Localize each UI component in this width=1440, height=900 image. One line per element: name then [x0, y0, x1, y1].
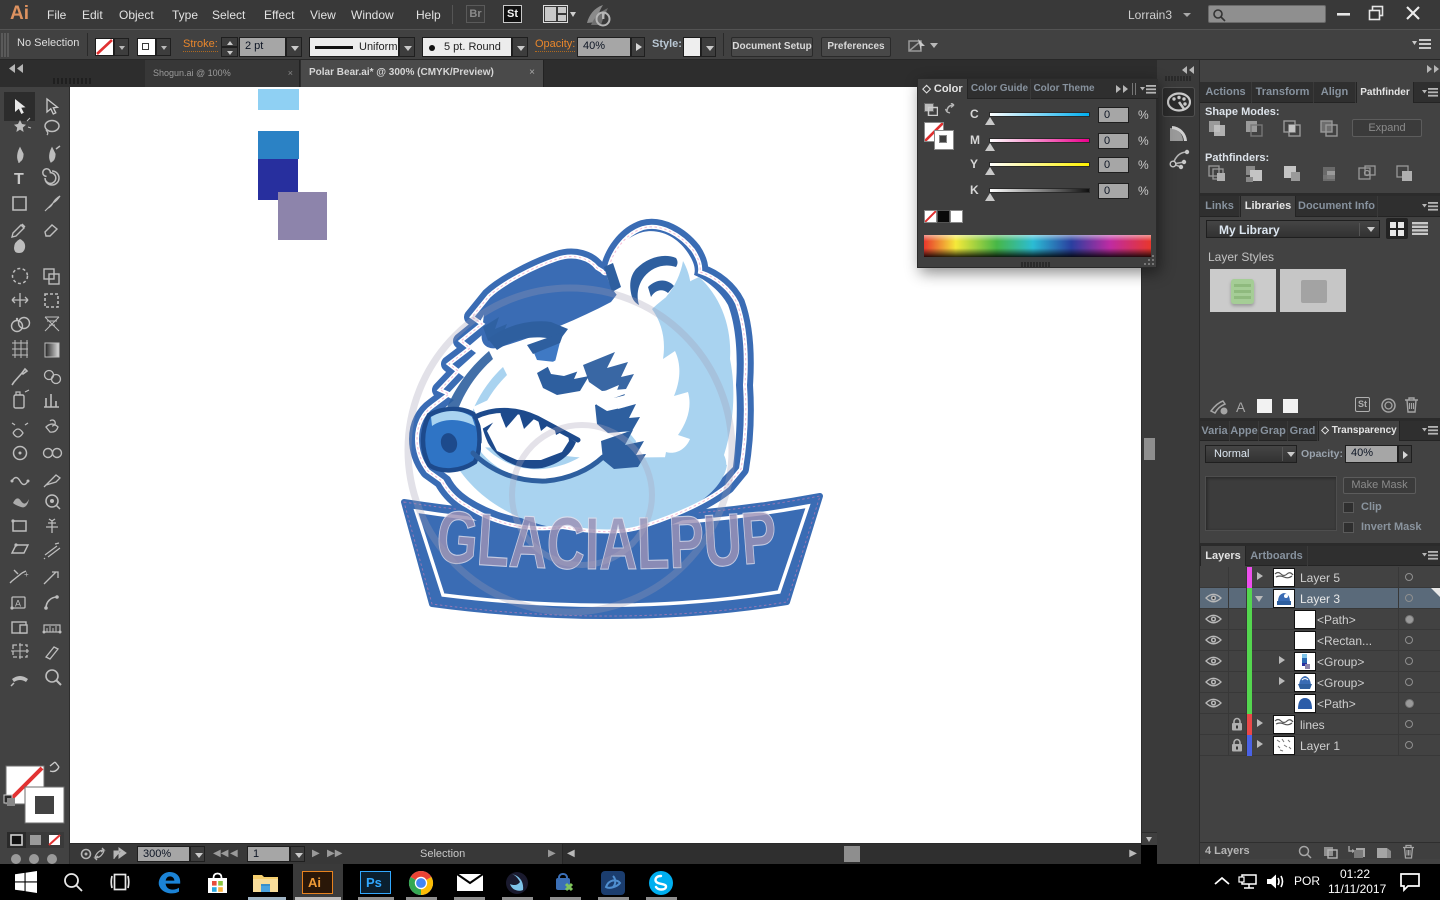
svg-text:A: A [15, 599, 21, 609]
svg-text:GLACIALPUP: GLACIALPUP [434, 494, 780, 585]
svg-text:+: + [24, 570, 29, 579]
svg-text:T: T [14, 171, 24, 188]
